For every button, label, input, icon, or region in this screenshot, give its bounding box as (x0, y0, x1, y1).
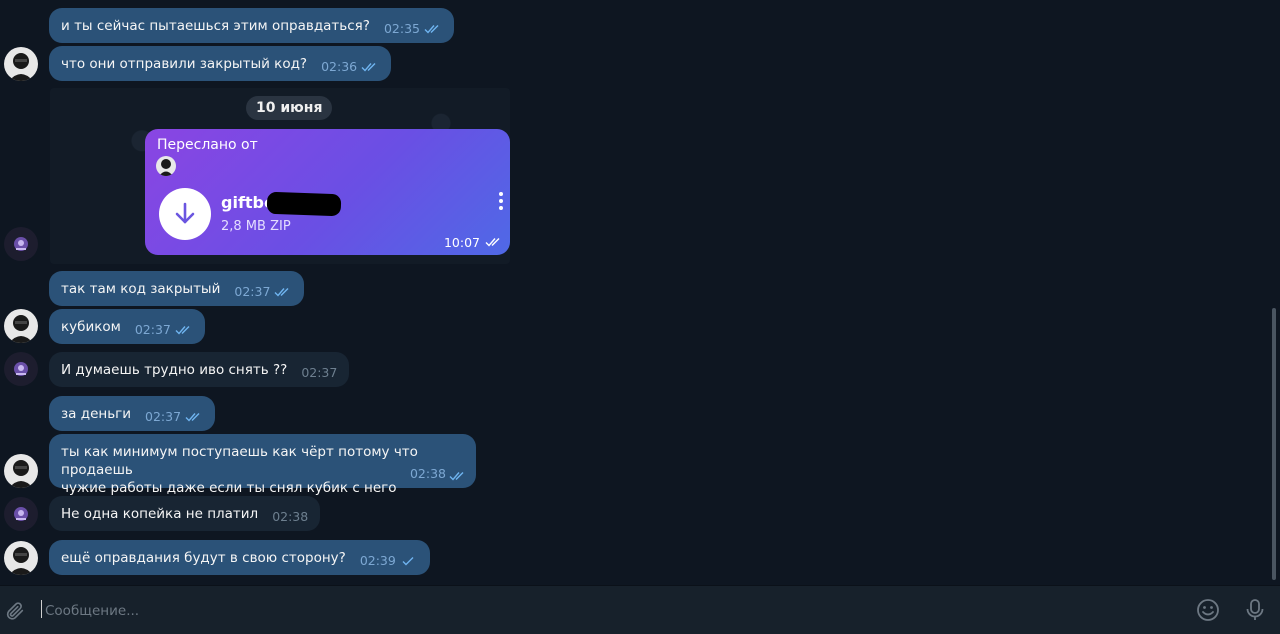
message-text-line: ты как минимум поступаешь как чёрт потом… (61, 444, 418, 478)
message-text: ещё оправдания будут в свою сторону? (61, 550, 346, 566)
avatar[interactable] (4, 497, 38, 531)
redaction-mark (266, 191, 342, 217)
double-check-icon (274, 287, 292, 297)
single-check-icon (400, 556, 418, 566)
scrollbar[interactable] (1272, 308, 1276, 580)
file-size: 2,8 MB ZIP (221, 219, 291, 234)
message-text: Не одна копейка не платил (61, 506, 259, 522)
download-button[interactable] (159, 188, 211, 240)
double-check-icon (361, 62, 379, 72)
message-bubble[interactable]: кубиком 02:37 (49, 309, 205, 344)
message-text-line: чужие работы даже если ты снял кубик с н… (61, 480, 397, 496)
message-text: И думаешь трудно иво снять ?? (61, 362, 288, 378)
message-text: кубиком (61, 319, 121, 335)
message-time: 02:37 (234, 284, 271, 299)
message-time: 02:39 (359, 553, 396, 568)
avatar[interactable] (4, 47, 38, 81)
avatar[interactable] (4, 309, 38, 343)
message-text: и ты сейчас пытаешься этим оправдаться? (61, 18, 370, 34)
chat-area: и ты сейчас пытаешься этим оправдаться? 0… (0, 0, 1280, 585)
text-caret (41, 600, 42, 618)
message-bubble[interactable]: ты как минимум поступаешь как чёрт потом… (49, 434, 476, 496)
paperclip-icon[interactable] (4, 600, 26, 622)
more-vertical-icon[interactable] (498, 191, 504, 211)
avatar[interactable] (4, 227, 38, 261)
message-bubble[interactable]: И думаешь трудно иво снять ?? 02:37 (49, 352, 350, 387)
avatar[interactable] (4, 454, 38, 488)
avatar[interactable] (4, 541, 38, 575)
double-check-icon (185, 412, 203, 422)
message-bubble[interactable]: так там код закрытый 02:37 (49, 271, 305, 306)
double-check-icon (175, 325, 193, 335)
double-check-icon (485, 238, 500, 247)
message-bubble[interactable]: за деньги 02:37 (49, 396, 216, 431)
avatar[interactable] (4, 352, 38, 386)
message-bubble[interactable]: Не одна копейка не платил 02:38 (49, 496, 321, 531)
message-text: за деньги (61, 406, 132, 422)
message-time: 02:35 (383, 21, 420, 36)
forwarded-file-message[interactable]: Переслано от giftbc 2,8 MB ZIP 10:07 (145, 129, 510, 255)
message-text: так там код закрытый (61, 281, 221, 297)
message-composer (0, 585, 1280, 634)
message-text: что они отправили закрытый код? (61, 56, 308, 72)
message-time: 02:38 (409, 466, 446, 481)
message-time: 02:37 (301, 365, 338, 380)
message-bubble[interactable]: и ты сейчас пытаешься этим оправдаться? 0… (49, 8, 454, 43)
message-input[interactable] (43, 598, 1147, 624)
forwarded-avatar[interactable] (156, 156, 176, 176)
message-time: 02:37 (134, 322, 171, 337)
message-time: 02:36 (321, 59, 358, 74)
message-bubble[interactable]: ещё оправдания будут в свою сторону? 02:3… (49, 540, 430, 575)
message-time: 02:37 (145, 409, 182, 424)
double-check-icon (449, 471, 467, 481)
download-icon (175, 202, 195, 224)
emoji-icon[interactable] (1196, 598, 1220, 622)
double-check-icon (424, 24, 442, 34)
message-time: 02:38 (272, 509, 309, 524)
microphone-icon[interactable] (1245, 598, 1265, 622)
date-separator: 10 июня (246, 96, 333, 120)
file-name[interactable]: giftbc (221, 193, 273, 212)
forwarded-label: Переслано от (157, 137, 258, 153)
message-bubble[interactable]: что они отправили закрытый код? 02:36 (49, 46, 392, 81)
message-time: 10:07 (443, 235, 480, 250)
